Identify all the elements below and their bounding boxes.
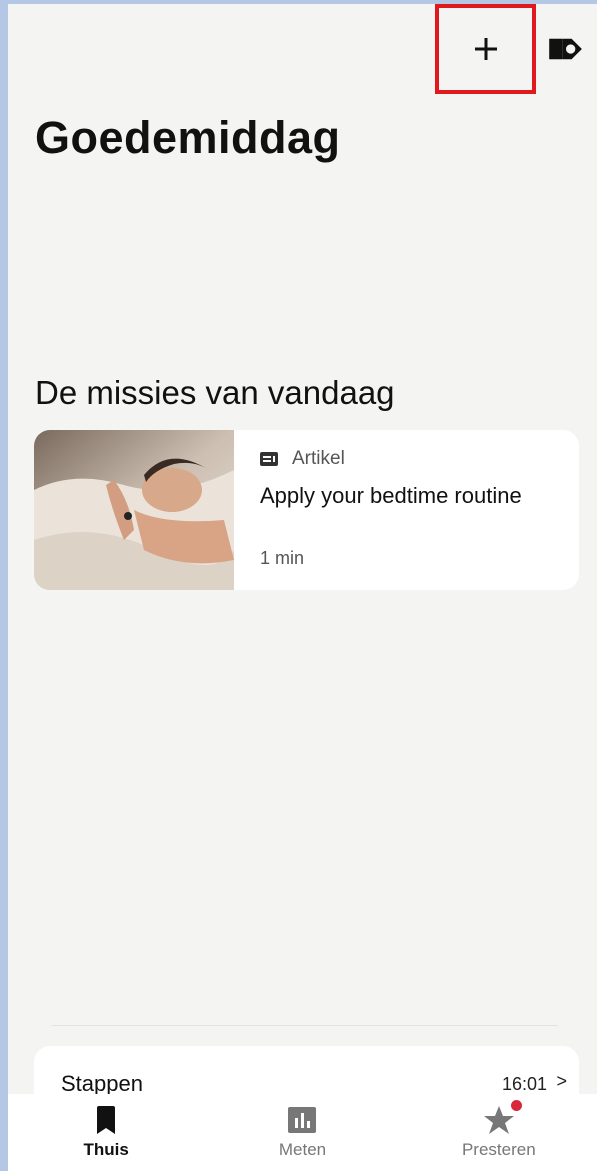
device-button[interactable] — [546, 32, 586, 66]
bar-chart-icon — [288, 1107, 317, 1133]
nav-item-meten[interactable]: Meten — [204, 1094, 400, 1171]
bottom-nav: Thuis Meten Presteren — [8, 1094, 597, 1171]
chevron-right-icon: > — [556, 1071, 567, 1091]
watch-device-icon — [549, 38, 582, 60]
page-title: Goedemiddag — [35, 112, 341, 163]
mission-type: Artikel — [260, 448, 345, 470]
mission-title: Apply your bedtime routine — [260, 483, 522, 508]
app-screen: Goedemiddag De missies van vandaag Artik… — [8, 4, 597, 1171]
top-bar — [8, 4, 597, 94]
add-button[interactable] — [435, 4, 536, 94]
missions-section-title: De missies van vandaag — [35, 374, 395, 411]
home-icon — [97, 1106, 116, 1134]
article-icon — [260, 452, 278, 466]
mission-duration: 1 min — [260, 548, 305, 568]
star-icon — [483, 1106, 514, 1134]
nav-label-thuis: Thuis — [83, 1140, 129, 1159]
mission-type-label: Artikel — [292, 448, 345, 469]
nav-item-presteren[interactable]: Presteren — [401, 1094, 597, 1171]
steps-time: 16:01 — [501, 1074, 547, 1094]
plus-icon — [474, 38, 497, 60]
mission-card[interactable]: Artikel Apply your bedtime routine 1 min — [34, 430, 579, 590]
nav-label-meten: Meten — [278, 1140, 327, 1159]
divider — [52, 1025, 558, 1026]
nav-label-presteren: Presteren — [461, 1140, 536, 1159]
notification-badge — [510, 1100, 522, 1111]
nav-item-thuis[interactable]: Thuis — [8, 1094, 204, 1171]
mission-image — [34, 430, 234, 590]
